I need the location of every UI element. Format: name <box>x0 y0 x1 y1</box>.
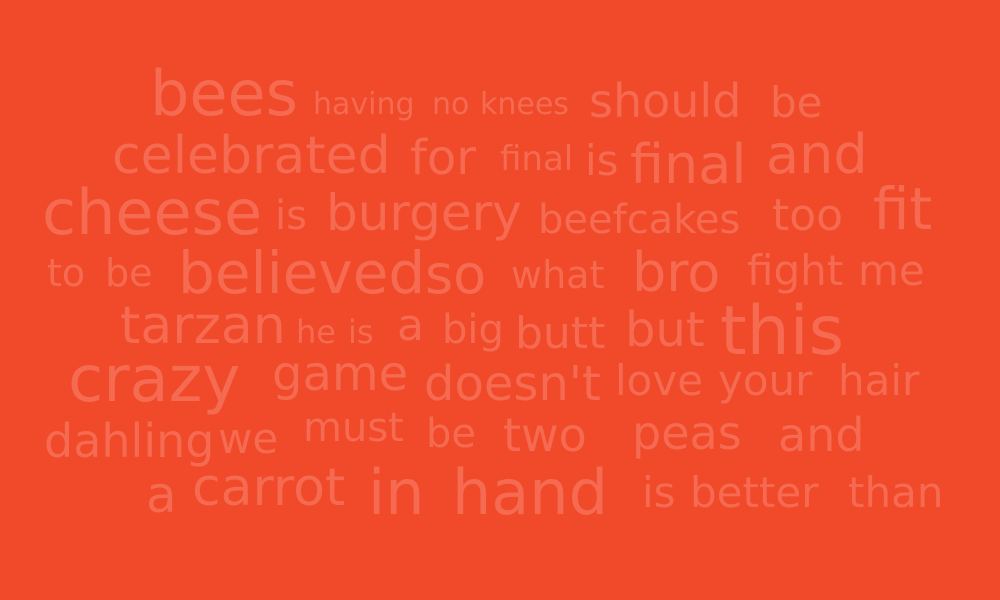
word: final <box>500 139 574 179</box>
word: me <box>858 246 925 295</box>
word: a <box>397 300 424 351</box>
word: what <box>511 253 605 297</box>
word: bees <box>150 57 298 130</box>
word: fight <box>747 246 844 295</box>
word: two <box>503 408 587 462</box>
word: is <box>275 193 307 239</box>
word: carrot <box>192 458 346 518</box>
word: having <box>313 87 415 122</box>
word: too <box>772 190 844 241</box>
word: big <box>442 307 504 353</box>
word-cloud: bees having no knees should be celebrate… <box>0 0 1000 600</box>
word: cheese <box>42 176 263 249</box>
word: peas <box>632 406 742 460</box>
word: hair <box>838 356 920 405</box>
word: than <box>848 468 944 517</box>
word: knees <box>480 87 569 122</box>
word: in <box>368 456 425 529</box>
word: bro <box>632 241 721 304</box>
word: is <box>642 468 676 517</box>
word: be <box>105 251 153 295</box>
word: be <box>770 78 823 127</box>
word: we <box>218 414 279 463</box>
word: and <box>766 123 868 186</box>
word: your <box>718 356 813 405</box>
word: final <box>630 133 747 196</box>
word: beefcakes <box>538 197 741 243</box>
word: must <box>303 405 404 451</box>
word: to <box>47 251 86 295</box>
word: is <box>348 313 374 351</box>
word: dahling <box>44 414 215 468</box>
word: but <box>625 302 705 358</box>
word: for <box>410 130 476 186</box>
word: so <box>425 243 487 306</box>
word: fit <box>873 175 933 243</box>
word: should <box>589 74 742 128</box>
word: love <box>615 356 704 405</box>
word: he <box>296 313 336 351</box>
word: game <box>272 346 409 402</box>
word: butt <box>515 308 606 359</box>
word: a <box>146 466 177 524</box>
word: be <box>426 411 476 457</box>
word: and <box>778 408 865 462</box>
word: celebrated <box>112 126 391 186</box>
word: hand <box>452 456 608 529</box>
word: is <box>585 136 619 185</box>
word: burgery <box>326 184 522 242</box>
word: crazy <box>68 343 241 417</box>
word: no <box>432 87 470 122</box>
word: believed <box>178 239 426 307</box>
word: doesn't <box>424 356 601 412</box>
word: better <box>690 468 819 517</box>
